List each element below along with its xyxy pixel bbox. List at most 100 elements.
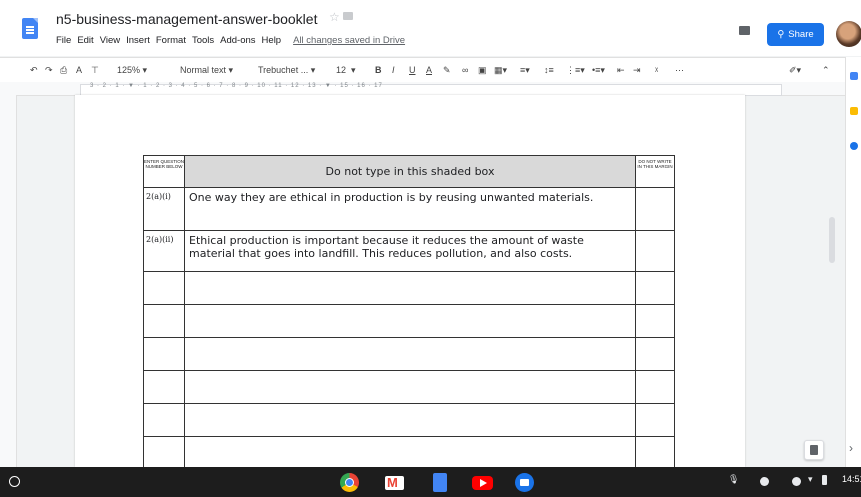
- image-icon[interactable]: ▦▾: [494, 58, 507, 82]
- menu-insert[interactable]: Insert: [126, 35, 150, 46]
- avatar[interactable]: [836, 21, 861, 47]
- menu-view[interactable]: View: [100, 35, 120, 46]
- question-number-cell[interactable]: [143, 436, 185, 467]
- paint-format-icon[interactable]: ⊤: [91, 58, 99, 82]
- answer-cell[interactable]: Ethical production is important because …: [184, 230, 636, 272]
- margin-cell: [635, 304, 675, 338]
- link-icon[interactable]: ∞: [462, 58, 468, 82]
- menu-tools[interactable]: Tools: [192, 35, 214, 46]
- question-number-cell[interactable]: [143, 403, 185, 437]
- save-status[interactable]: All changes saved in Drive: [293, 35, 405, 46]
- files-icon[interactable]: [515, 473, 534, 492]
- answer-cell[interactable]: [184, 436, 636, 467]
- explore-icon[interactable]: [804, 440, 824, 460]
- shaded-header: Do not type in this shaded box: [184, 155, 636, 188]
- question-number-cell[interactable]: [143, 370, 185, 404]
- align-icon[interactable]: ≡▾: [520, 58, 530, 82]
- answer-cell[interactable]: [184, 403, 636, 437]
- chrome-icon[interactable]: [340, 473, 359, 492]
- question-number-cell[interactable]: [143, 337, 185, 371]
- underline-button[interactable]: U: [409, 58, 416, 82]
- folder-icon[interactable]: [343, 12, 353, 20]
- margin-cell: [635, 187, 675, 231]
- numbered-list-icon[interactable]: ⋮≡▾: [566, 58, 585, 82]
- increase-indent-icon[interactable]: ⇥: [633, 58, 641, 82]
- ruler-numbers: 3 · 2 · 1 · ▼ · 1 · 2 · 3 · 4 · 5 · 6 · …: [90, 83, 383, 89]
- assistant-icon[interactable]: [760, 477, 769, 486]
- title-bar: [0, 0, 861, 56]
- italic-button[interactable]: I: [392, 58, 395, 82]
- highlight-icon[interactable]: ✎: [443, 58, 451, 82]
- gmail-icon[interactable]: M: [385, 473, 404, 492]
- spellcheck-icon[interactable]: A: [76, 58, 82, 82]
- docs-logo-icon[interactable]: [22, 18, 38, 39]
- line-spacing-icon[interactable]: ↕≡: [544, 58, 554, 82]
- youtube-icon[interactable]: [472, 476, 493, 490]
- font-select[interactable]: Trebuchet ... ▾: [258, 58, 315, 82]
- vertical-ruler: [0, 95, 17, 467]
- answer-cell[interactable]: [184, 337, 636, 371]
- margin-cell: [635, 271, 675, 305]
- zoom-value: 125%: [117, 65, 141, 75]
- scrollbar-thumb[interactable]: [829, 217, 835, 263]
- calendar-icon[interactable]: [850, 72, 858, 80]
- question-number-cell[interactable]: [143, 304, 185, 338]
- answer-cell[interactable]: [184, 304, 636, 338]
- status-icon[interactable]: [792, 477, 801, 486]
- bulleted-list-icon[interactable]: •≡▾: [592, 58, 605, 82]
- zoom-select[interactable]: 125% ▾: [117, 58, 147, 82]
- document-title[interactable]: n5-business-management-answer-booklet: [56, 11, 317, 27]
- decrease-indent-icon[interactable]: ⇤: [617, 58, 625, 82]
- menu-addons[interactable]: Add-ons: [220, 35, 255, 46]
- share-label: Share: [788, 29, 814, 40]
- clock[interactable]: 14:51: [842, 474, 861, 484]
- battery-icon[interactable]: [822, 475, 827, 485]
- style-select[interactable]: Normal text ▾: [180, 58, 233, 82]
- menu-file[interactable]: File: [56, 35, 71, 46]
- text-color-button[interactable]: A: [426, 58, 432, 82]
- more-button[interactable]: ⋯: [675, 58, 684, 82]
- font-value: Trebuchet ...: [258, 65, 309, 75]
- side-panel: [845, 57, 861, 467]
- launcher-icon[interactable]: [9, 476, 20, 487]
- toolbar: ↶ ↷ ⎙ A ⊤ 125% ▾ Normal text ▾ Trebuchet…: [0, 57, 861, 82]
- margin-cell: [635, 403, 675, 437]
- docs-icon[interactable]: [433, 473, 447, 492]
- margin-cell: [635, 370, 675, 404]
- menu-help[interactable]: Help: [262, 35, 282, 46]
- edit-mode-icon[interactable]: ✐▾: [789, 58, 801, 82]
- comment-add-icon[interactable]: ▣: [478, 58, 487, 82]
- answer-cell[interactable]: [184, 370, 636, 404]
- menu-format[interactable]: Format: [156, 35, 186, 46]
- keep-icon[interactable]: [850, 107, 858, 115]
- margin-cell: [635, 337, 675, 371]
- star-icon[interactable]: ☆: [329, 10, 340, 24]
- redo-icon[interactable]: ↷: [45, 58, 53, 82]
- bold-button[interactable]: B: [375, 58, 382, 82]
- collapse-toolbar-icon[interactable]: ⌃: [822, 58, 830, 82]
- side-panel-toggle-icon[interactable]: ›: [849, 441, 853, 455]
- comments-icon[interactable]: [739, 26, 750, 35]
- menu-bar: File Edit View Insert Format Tools Add-o…: [56, 35, 405, 46]
- wifi-icon[interactable]: ▾: [808, 474, 813, 485]
- question-number-cell[interactable]: [143, 271, 185, 305]
- margin-cell: [635, 436, 675, 467]
- answer-cell[interactable]: One way they are ethical in production i…: [184, 187, 636, 231]
- font-size-select[interactable]: 12 ▾: [336, 58, 356, 82]
- tasks-icon[interactable]: [850, 142, 858, 150]
- menu-edit[interactable]: Edit: [77, 35, 93, 46]
- microphone-icon[interactable]: 🎙: [728, 474, 739, 484]
- print-icon[interactable]: ⎙: [60, 58, 67, 82]
- question-number-cell[interactable]: 2(a)(ii): [143, 230, 185, 272]
- question-number-header: ENTER QUESTION NUMBER BELOW: [143, 155, 185, 188]
- clear-format-icon[interactable]: ᵡ: [655, 58, 658, 82]
- lock-icon: ⚲: [777, 29, 785, 40]
- style-value: Normal text: [180, 65, 227, 75]
- document-page[interactable]: ENTER QUESTION NUMBER BELOW Do not type …: [75, 95, 745, 467]
- share-button[interactable]: ⚲ Share: [767, 23, 824, 46]
- question-number-cell[interactable]: 2(a)(i): [143, 187, 185, 231]
- font-size-value: 12: [336, 65, 347, 75]
- undo-icon[interactable]: ↶: [30, 58, 38, 82]
- answer-cell[interactable]: [184, 271, 636, 305]
- margin-header: DO NOT WRITE IN THIS MARGIN: [635, 155, 675, 188]
